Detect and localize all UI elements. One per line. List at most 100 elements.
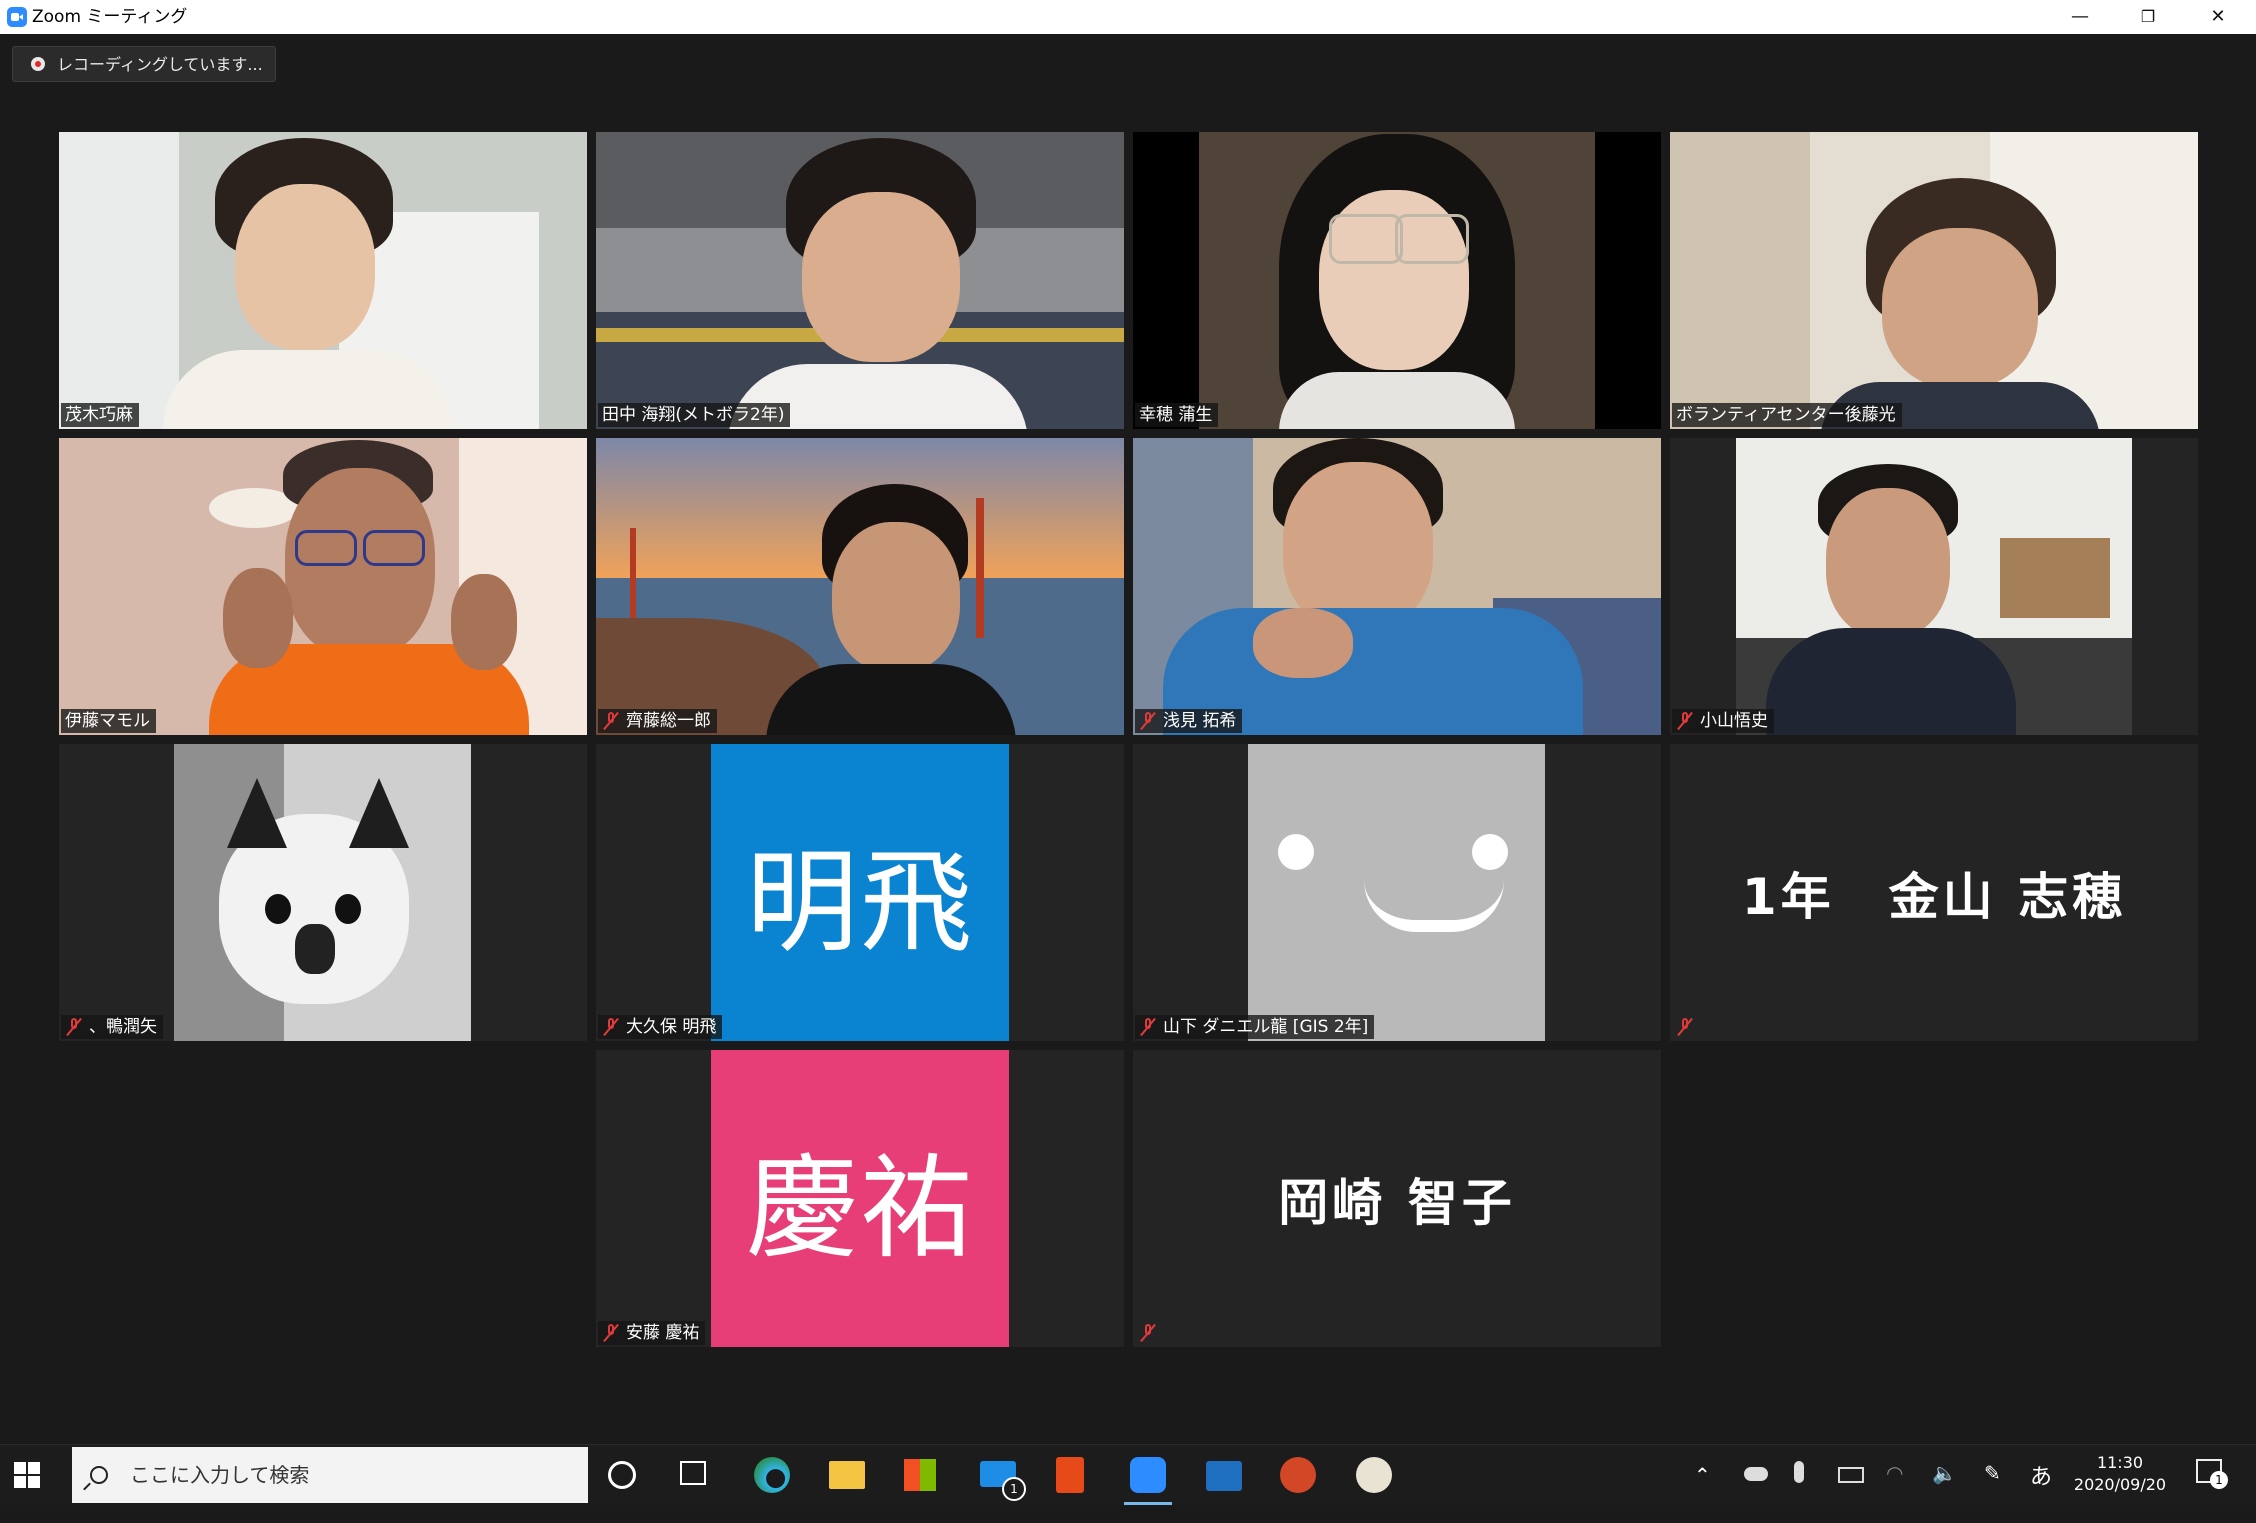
office-icon[interactable] [1056,1457,1084,1493]
participant-name: 浅見 拓希 [1163,711,1237,731]
mic-muted-icon [1676,711,1694,731]
person-shirt [1766,628,2016,735]
smiley-mouth-icon [1364,880,1504,932]
participant-name: 大久保 明飛 [626,1017,717,1037]
video-tile[interactable]: 明飛 大久保 明飛 [596,744,1124,1041]
recording-indicator[interactable]: レコーディングしています... [12,46,276,82]
room-wall [59,132,179,429]
curtain [1670,132,1810,429]
video-tile[interactable]: 1年 金山 志穂 [1670,744,2198,1041]
mail-icon[interactable]: 1 [980,1461,1026,1501]
participant-name-tag: 齊藤総一郎 [598,709,717,733]
person-face [802,192,960,362]
participant-name-tag [1135,1321,1169,1345]
participant-name: ボランティアセンター後藤光 [1676,405,1896,425]
participant-display-name: 岡崎 智子 [1278,1173,1516,1232]
bridge-tower [976,498,984,638]
smiley-eye-icon [1278,834,1314,870]
wifi-icon[interactable]: ◠ [1886,1461,1903,1521]
video-tile[interactable]: 浅見 拓希 [1133,438,1661,735]
microphone-icon[interactable] [1794,1461,1804,1483]
cat-eye [265,894,291,924]
mic-muted-icon [602,1017,620,1037]
cat-nose [295,924,335,974]
file-explorer-icon[interactable] [829,1461,865,1489]
video-tile[interactable]: 慶祐 安藤 慶祐 [596,1050,1124,1347]
participant-name: 小山悟史 [1700,711,1768,731]
person-face [832,522,960,672]
cat-ear [227,778,287,848]
participant-name-tag [1672,1015,1706,1039]
video-tile[interactable]: 、鴨潤矢 [59,744,587,1041]
battery-icon[interactable] [1838,1467,1864,1483]
glasses-icon [295,530,357,566]
zoom-taskbar-icon[interactable] [1124,1457,1172,1505]
video-tile[interactable]: 伊藤マモル [59,438,587,735]
pen-icon[interactable]: ✎ [1984,1461,2001,1521]
taskbar-clock[interactable]: 11:30 2020/09/20 [2070,1452,2170,1496]
recording-label: レコーディングしています... [57,55,263,74]
cat-ear [349,778,409,848]
cork-board [2000,538,2110,618]
video-tile[interactable]: 齊藤総一郎 [596,438,1124,735]
onedrive-icon[interactable] [1744,1467,1768,1481]
taskbar-search-box[interactable]: ここに入力して検索 [72,1447,588,1503]
store-icon[interactable] [904,1459,936,1491]
participant-display-name: 1年 金山 志穂 [1741,867,2127,926]
video-tile[interactable]: 幸穂 蒲生 [1133,132,1661,429]
windows-logo-icon [14,1476,26,1488]
cat-eye [335,894,361,924]
restore-button[interactable]: ❐ [2114,0,2182,34]
participant-name-tag: 伊藤マモル [61,709,156,733]
participant-name: 幸穂 蒲生 [1139,405,1213,425]
window-title: Zoom ミーティング [32,7,188,27]
glasses-icon [1395,214,1469,264]
participant-name-tag: 浅見 拓希 [1135,709,1243,733]
volume-icon[interactable]: 🔈 [1932,1461,1957,1521]
video-tile[interactable]: 茂木巧麻 [59,132,587,429]
close-button[interactable]: ✕ [2184,0,2252,34]
minimize-button[interactable]: — [2046,0,2114,34]
participant-name: 齊藤総一郎 [626,711,711,731]
person-face [1882,228,2038,388]
paint-icon[interactable] [1356,1457,1392,1493]
windows-logo-icon [28,1476,40,1488]
video-editor-icon[interactable] [1206,1461,1242,1491]
notification-icon[interactable]: 1 [2196,1459,2228,1489]
chevron-up-icon[interactable]: ⌃ [1694,1463,1711,1523]
ime-indicator[interactable]: あ [2030,1459,2052,1519]
person-shirt [163,350,453,429]
notification-badge: 1 [2210,1471,2228,1489]
person-shirt [1279,372,1515,429]
search-placeholder: ここに入力して検索 [130,1463,310,1487]
clock-date: 2020/09/20 [2073,1475,2167,1494]
powerpoint-icon[interactable] [1280,1457,1316,1493]
participant-name-tag: 幸穂 蒲生 [1135,403,1219,427]
person-hand [223,568,293,668]
windows-logo-icon [28,1462,40,1474]
mail-badge: 1 [1002,1477,1026,1501]
video-tile[interactable]: 小山悟史 [1670,438,2198,735]
glasses-icon [1329,214,1403,264]
video-tile[interactable]: 岡崎 智子 [1133,1050,1661,1347]
windows-start-button[interactable] [14,1462,40,1488]
video-tile[interactable]: 山下 ダニエル龍 [GIS 2年] [1133,744,1661,1041]
participant-name-tag: 山下 ダニエル龍 [GIS 2年] [1135,1015,1375,1039]
mic-muted-icon [1139,1323,1157,1343]
cortana-icon[interactable] [608,1461,636,1489]
participant-name-tag: 安藤 慶祐 [598,1321,706,1345]
participant-name-tag: 大久保 明飛 [598,1015,723,1039]
edge-browser-icon[interactable] [754,1457,790,1493]
person-hand [451,574,517,670]
windows-logo-icon [14,1462,26,1474]
participant-name-tag: 、鴨潤矢 [61,1015,163,1039]
avatar [1248,744,1545,1041]
participant-name-tag: 茂木巧麻 [61,403,139,427]
avatar: 慶祐 [711,1050,1009,1347]
mic-muted-icon [1139,711,1157,731]
video-tile[interactable]: ボランティアセンター後藤光 [1670,132,2198,429]
task-view-icon[interactable] [680,1461,706,1485]
video-tile[interactable]: 田中 海翔(メトボラ2年) [596,132,1124,429]
mic-muted-icon [1676,1017,1694,1037]
smiley-eye-icon [1472,834,1508,870]
